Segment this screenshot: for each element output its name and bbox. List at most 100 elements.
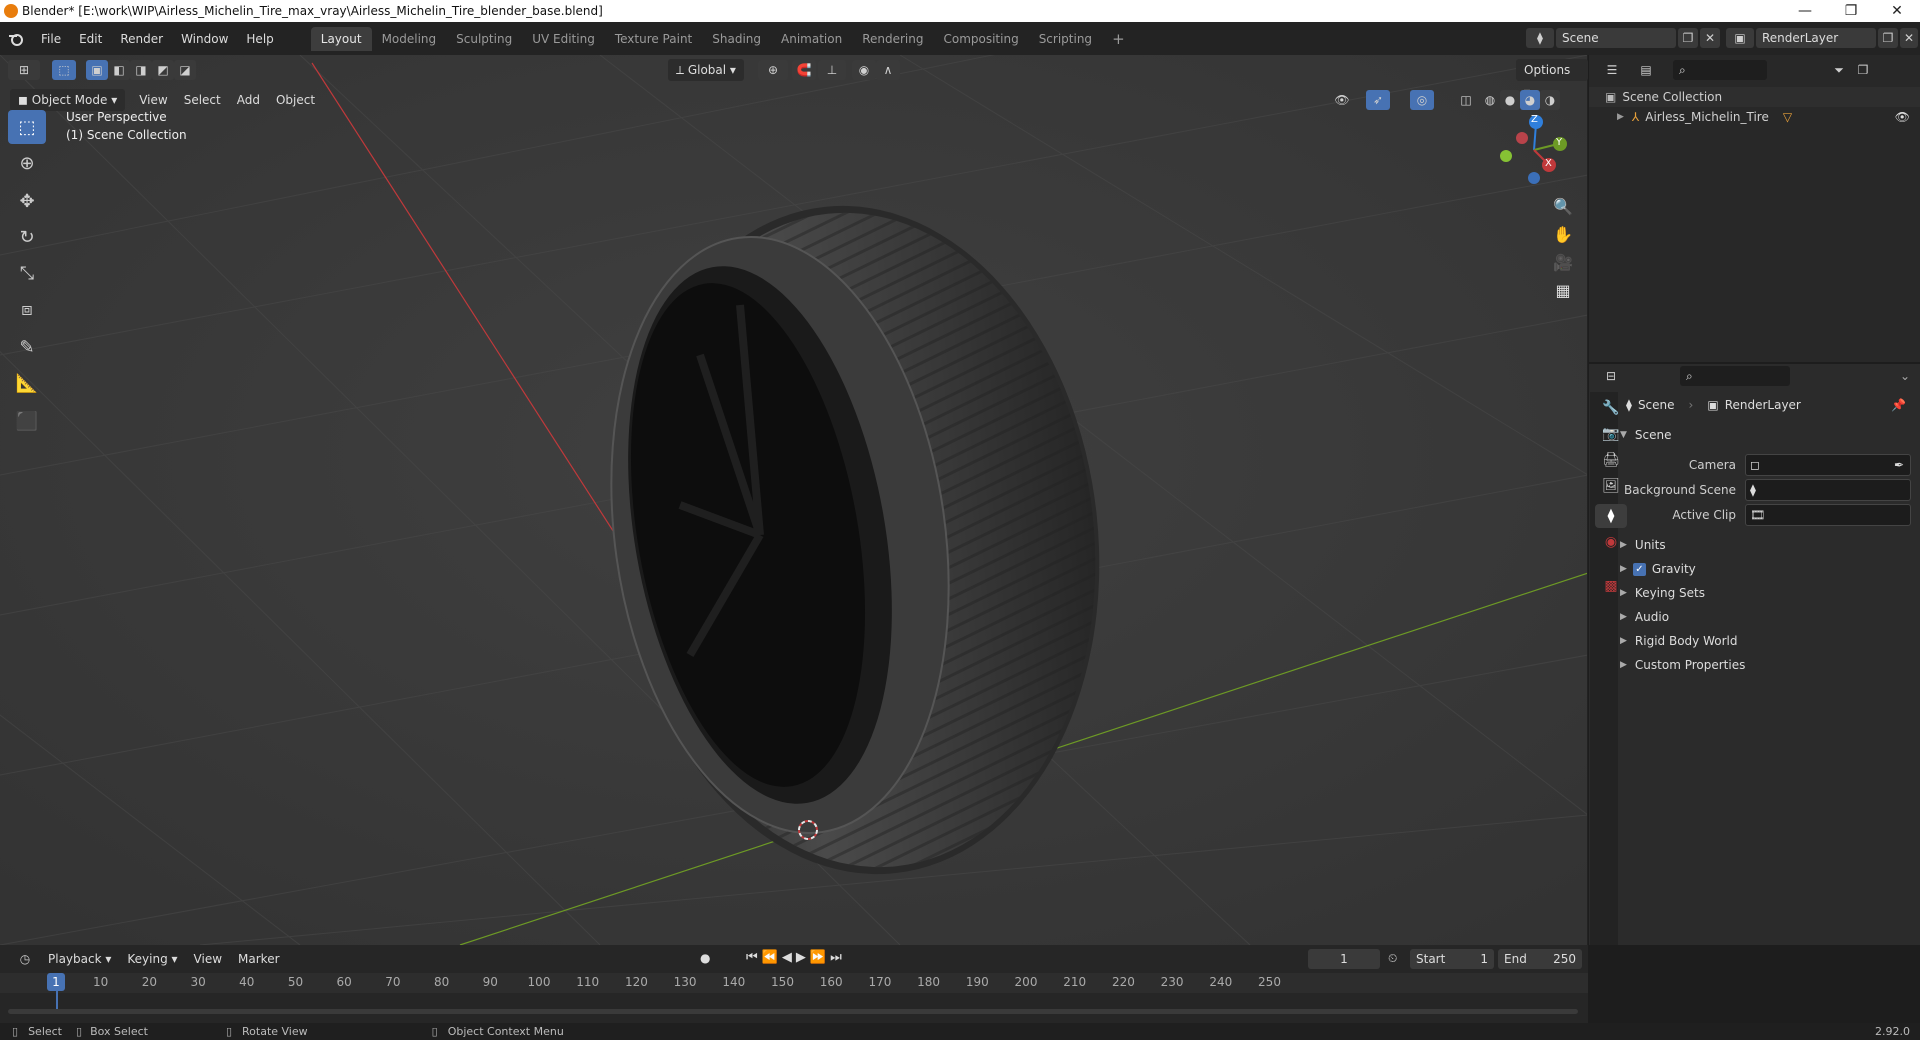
outliner-editor-type-icon[interactable]: ☰ bbox=[1597, 60, 1627, 80]
proportional-edit-icon[interactable]: ◉ bbox=[852, 60, 876, 80]
overlay-toggle-icon[interactable]: ◎ bbox=[1410, 90, 1434, 110]
select-mode-invert-icon[interactable]: ◩ bbox=[152, 60, 174, 80]
select-box-icon[interactable]: ⬚ bbox=[52, 60, 76, 80]
menu-window[interactable]: Window bbox=[172, 28, 237, 50]
workspace-tab-scripting[interactable]: Scripting bbox=[1029, 27, 1102, 51]
pan-hand-icon[interactable]: ✋ bbox=[1548, 220, 1578, 248]
timeline-menu-keying[interactable]: Keying ▾ bbox=[119, 948, 185, 970]
restore-button[interactable]: ❐ bbox=[1828, 0, 1874, 22]
view-layer-selector[interactable]: RenderLayer bbox=[1756, 28, 1876, 48]
view-layer-icon[interactable]: ▣ bbox=[1726, 28, 1754, 48]
auto-keying-record-icon[interactable]: ● bbox=[700, 951, 710, 965]
select-mode-intersect-icon[interactable]: ◪ bbox=[174, 60, 196, 80]
menu-help[interactable]: Help bbox=[237, 28, 282, 50]
add-workspace-button[interactable]: + bbox=[1102, 27, 1135, 51]
playback-controls[interactable]: ⏮⏪◀▶⏩⏭ bbox=[746, 950, 846, 965]
add-cube-tool-icon[interactable]: ⬛ bbox=[8, 404, 46, 438]
3d-viewport[interactable] bbox=[0, 55, 1588, 945]
timeline-menu-playback[interactable]: Playback ▾ bbox=[40, 948, 119, 970]
workspace-tab-sculpting[interactable]: Sculpting bbox=[446, 27, 522, 51]
active-clip-field[interactable]: 🎞 bbox=[1745, 504, 1911, 526]
gravity-checkbox[interactable]: ✓ bbox=[1632, 562, 1646, 576]
delete-view-layer-icon[interactable]: ✕ bbox=[1900, 28, 1918, 48]
display-mode-icon[interactable]: ▤ bbox=[1631, 60, 1661, 80]
timeline-editor-type-icon[interactable]: ◷ bbox=[10, 949, 40, 969]
expand-arrow-icon[interactable]: ▶ bbox=[1620, 564, 1627, 574]
expand-arrow-icon[interactable]: ▶ bbox=[1620, 540, 1627, 550]
panel-gravity[interactable]: ▶ ✓ Gravity bbox=[1620, 558, 1910, 580]
playhead[interactable]: 1 bbox=[47, 973, 65, 991]
select-mode-extend-icon[interactable]: ◧ bbox=[108, 60, 130, 80]
workspace-tab-animation[interactable]: Animation bbox=[771, 27, 852, 51]
eyedropper-icon[interactable]: ✒ bbox=[1894, 458, 1904, 472]
shading-material-icon[interactable]: ◕ bbox=[1520, 90, 1540, 110]
properties-options-icon[interactable]: ⌄ bbox=[1900, 369, 1910, 383]
preview-range-icon[interactable]: ⏲ bbox=[1388, 951, 1397, 966]
transform-orientation-dropdown[interactable]: ⟂ Global ▾ bbox=[668, 59, 744, 81]
scene-type-icon[interactable]: ⧫ bbox=[1526, 28, 1554, 48]
cursor-tool-icon[interactable]: ⊕ bbox=[8, 146, 46, 180]
new-view-layer-icon[interactable]: ❐ bbox=[1878, 28, 1898, 48]
expand-arrow-icon[interactable]: ▶ bbox=[1620, 588, 1627, 598]
shading-rendered-icon[interactable]: ◑ bbox=[1540, 90, 1560, 110]
outliner-row-scene-collection[interactable]: ▣ Scene Collection bbox=[1589, 87, 1920, 107]
pivot-point-icon[interactable]: ⊕ bbox=[758, 60, 788, 80]
menu-edit[interactable]: Edit bbox=[70, 28, 111, 50]
annotate-tool-icon[interactable]: ✎ bbox=[8, 330, 46, 364]
end-frame-field[interactable]: End 250 bbox=[1498, 949, 1582, 969]
viewport-menu-add[interactable]: Add bbox=[229, 89, 268, 111]
timeline-menu-view[interactable]: View bbox=[186, 948, 230, 970]
filter-icon[interactable]: ⏷ bbox=[1827, 60, 1851, 80]
expand-arrow-icon[interactable]: ▶ bbox=[1620, 612, 1627, 622]
expand-arrow-icon[interactable]: ▶ bbox=[1620, 636, 1627, 646]
panel-rigid-body-world[interactable]: ▶ Rigid Body World bbox=[1620, 630, 1910, 652]
menu-render[interactable]: Render bbox=[111, 28, 172, 50]
options-dropdown[interactable]: Options ▾ bbox=[1516, 59, 1588, 99]
properties-editor-type-icon[interactable]: ⊟ bbox=[1596, 366, 1626, 386]
panel-audio[interactable]: ▶ Audio bbox=[1620, 606, 1910, 628]
workspace-tab-shading[interactable]: Shading bbox=[702, 27, 771, 51]
workspace-tab-modeling[interactable]: Modeling bbox=[372, 27, 447, 51]
scene-section-header[interactable]: ▼ Scene bbox=[1620, 424, 1910, 446]
current-frame-field[interactable]: 1 bbox=[1308, 949, 1380, 969]
workspace-tab-rendering[interactable]: Rendering bbox=[852, 27, 933, 51]
outliner-search-input[interactable]: ⌕ bbox=[1673, 60, 1767, 80]
move-tool-icon[interactable]: ✥ bbox=[8, 184, 46, 218]
start-frame-field[interactable]: Start 1 bbox=[1410, 949, 1494, 969]
measure-tool-icon[interactable]: 📐 bbox=[8, 366, 46, 400]
close-button[interactable]: ✕ bbox=[1874, 0, 1920, 22]
panel-keying-sets[interactable]: ▶ Keying Sets bbox=[1620, 582, 1910, 604]
select-mode-subtract-icon[interactable]: ◨ bbox=[130, 60, 152, 80]
select-tool-icon[interactable]: ⬚ bbox=[8, 110, 46, 144]
snap-icon[interactable]: 🧲 bbox=[792, 60, 816, 80]
menu-file[interactable]: File bbox=[32, 28, 70, 50]
falloff-icon[interactable]: ∧ bbox=[876, 60, 900, 80]
eye-visibility-icon[interactable]: 👁 bbox=[1895, 110, 1910, 124]
transform-tool-icon[interactable]: ⧈ bbox=[8, 292, 46, 326]
scene-selector[interactable]: Scene bbox=[1556, 28, 1676, 48]
select-mode-new-icon[interactable]: ▣ bbox=[86, 60, 108, 80]
gizmo-toggle-icon[interactable]: ➶ bbox=[1366, 90, 1390, 110]
zoom-icon[interactable]: 🔍 bbox=[1548, 192, 1578, 220]
delete-scene-icon[interactable]: ✕ bbox=[1700, 28, 1720, 48]
shading-wireframe-icon[interactable]: ◍ bbox=[1480, 90, 1500, 110]
panel-units[interactable]: ▶ Units bbox=[1620, 534, 1910, 556]
workspace-tab-layout[interactable]: Layout bbox=[310, 26, 372, 51]
background-scene-field[interactable]: ⧫ bbox=[1745, 479, 1911, 501]
editor-type-icon[interactable]: ⊞ bbox=[8, 60, 40, 80]
rotate-tool-icon[interactable]: ↻ bbox=[8, 220, 46, 254]
pin-icon[interactable]: 📌 bbox=[1891, 398, 1906, 412]
blender-menu-icon[interactable] bbox=[0, 32, 32, 46]
panel-custom-properties[interactable]: ▶ Custom Properties bbox=[1620, 654, 1910, 676]
workspace-tab-compositing[interactable]: Compositing bbox=[933, 27, 1028, 51]
tool-tab-icon[interactable]: 🔧 bbox=[1595, 396, 1627, 420]
expand-arrow-icon[interactable]: ▶ bbox=[1620, 660, 1627, 670]
new-collection-icon[interactable]: ❐ bbox=[1851, 60, 1875, 80]
scale-tool-icon[interactable]: ⤡ bbox=[8, 256, 46, 290]
workspace-tab-texture-paint[interactable]: Texture Paint bbox=[605, 27, 702, 51]
timeline-menu-marker[interactable]: Marker bbox=[230, 948, 287, 970]
workspace-tab-uv-editing[interactable]: UV Editing bbox=[522, 27, 605, 51]
camera-view-icon[interactable]: 🎥 bbox=[1548, 248, 1578, 276]
new-scene-icon[interactable]: ❐ bbox=[1678, 28, 1698, 48]
outliner-row-object[interactable]: ▶ ⅄ Airless_Michelin_Tire ▽ 👁 bbox=[1589, 107, 1920, 127]
